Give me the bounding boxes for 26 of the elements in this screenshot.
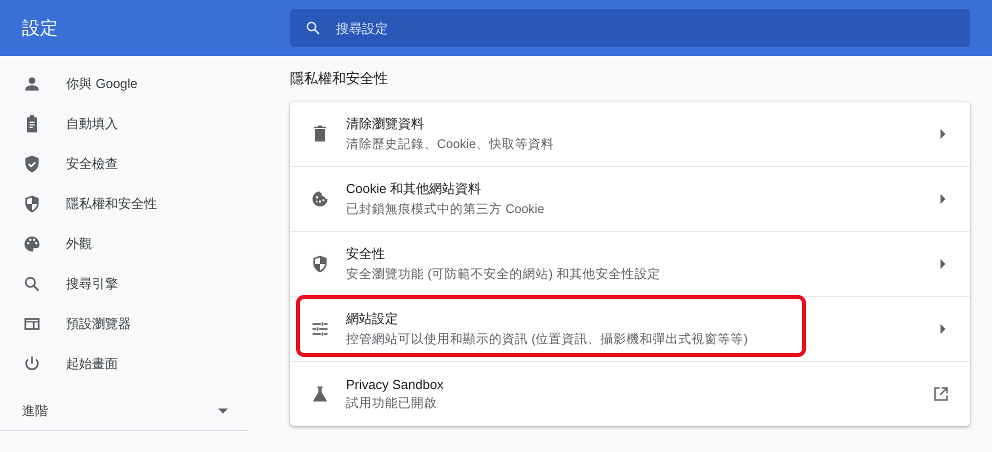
sidebar-item[interactable]: 預設瀏覽器 bbox=[0, 304, 256, 344]
sidebar-item[interactable]: 你與 Google bbox=[0, 64, 256, 104]
external-link-icon bbox=[932, 385, 950, 403]
settings-row[interactable]: 清除瀏覽資料 清除歷史記錄、Cookie、快取等資料 bbox=[290, 102, 970, 166]
sidebar-item[interactable]: 外觀 bbox=[0, 224, 256, 264]
sidebar-item[interactable]: 搜尋引擎 bbox=[0, 264, 256, 304]
page-title: 設定 bbox=[22, 18, 58, 38]
settings-row[interactable]: Cookie 和其他網站資料 已封鎖無痕模式中的第三方 Cookie bbox=[290, 166, 970, 231]
cookie-icon bbox=[310, 189, 330, 209]
settings-row[interactable]: 安全性 安全瀏覽功能 (可防範不安全的網站) 和其他安全性設定 bbox=[290, 231, 970, 296]
advanced-toggle[interactable]: 進階 bbox=[0, 391, 248, 431]
section-title: 隱私權和安全性 bbox=[290, 70, 388, 88]
sidebar-item[interactable]: 起始畫面 bbox=[0, 344, 256, 384]
settings-row[interactable]: Privacy Sandbox 試用功能已開啟 bbox=[290, 361, 970, 426]
arrow-right-icon bbox=[940, 324, 946, 334]
search-icon bbox=[22, 274, 42, 294]
settings-row[interactable]: 網站設定 控管網站可以使用和顯示的資訊 (位置資訊、攝影機和彈出式視窗等等) bbox=[290, 296, 970, 361]
arrow-right-icon bbox=[940, 194, 946, 204]
search-icon bbox=[304, 19, 322, 37]
sidebar-item[interactable]: 隱私權和安全性 bbox=[0, 184, 256, 224]
palette-icon bbox=[22, 234, 42, 254]
arrow-right-icon bbox=[940, 259, 946, 269]
sidebar-item[interactable]: 安全檢查 bbox=[0, 144, 256, 184]
search-field[interactable]: 搜尋設定 bbox=[290, 9, 970, 47]
sidebar-item[interactable]: 自動填入 bbox=[0, 104, 256, 144]
arrow-right-icon bbox=[940, 129, 946, 139]
